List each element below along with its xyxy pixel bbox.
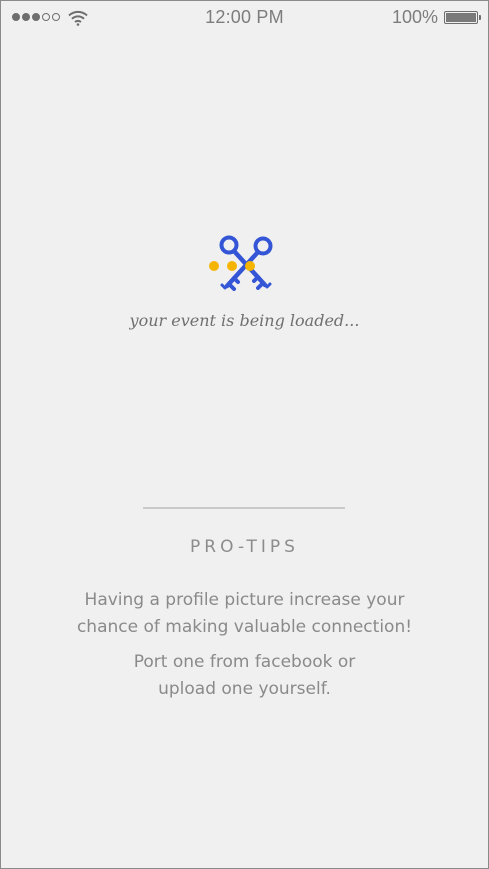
loading-dot [209,261,219,271]
crossed-keys-icon [209,235,273,291]
tip-line: chance of making valuable connection! [76,617,413,637]
loading-dot [227,261,237,271]
tip-paragraph-1: Having a profile picture increase your c… [41,587,448,641]
loading-message: your event is being loaded... [129,311,360,330]
tip-line: Having a profile picture increase your [84,590,405,610]
tip-line: Port one from facebook or [133,652,356,672]
tip-paragraph-2: Port one from facebook or upload one you… [41,649,448,703]
app-screen: 12:00 PM 100% your event is being loaded… [0,0,489,869]
tip-line: upload one yourself. [158,679,331,699]
divider [143,507,345,509]
battery-icon [444,11,478,24]
loading-dot [245,261,255,271]
battery-tip [479,15,481,20]
status-bar: 12:00 PM 100% [1,1,488,37]
battery-level-fill [446,13,476,22]
battery-percent: 100% [391,7,438,27]
pro-tips-heading: PRO-TIPS [190,537,299,557]
